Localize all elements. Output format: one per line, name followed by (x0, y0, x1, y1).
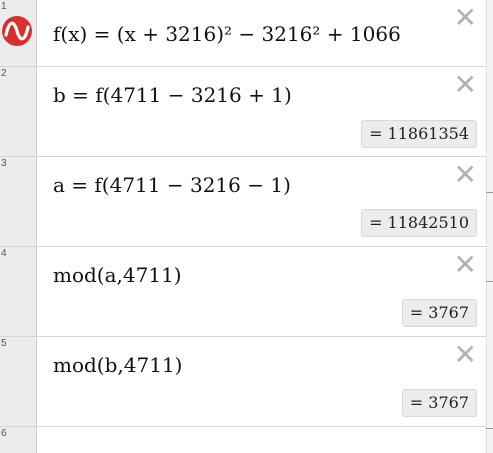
delete-expression-icon[interactable]: ✕ (454, 4, 477, 32)
row-number: 1 (1, 1, 7, 12)
delete-expression-icon[interactable]: ✕ (454, 341, 477, 369)
evaluation-result: = 3767 (401, 299, 477, 327)
expression-row-1[interactable]: 1 f(x) = (x + 3216)² − 3216² + 1066 ✕ (0, 0, 486, 67)
expression-text[interactable]: a = f(4711 − 3216 − 1) (53, 173, 291, 197)
scroll-tick (486, 428, 493, 429)
expression-text[interactable]: b = f(4711 − 3216 + 1) (53, 83, 292, 107)
evaluation-result: = 3767 (401, 389, 477, 417)
desmos-logo-icon (2, 16, 32, 46)
expression-text[interactable]: f(x) = (x + 3216)² − 3216² + 1066 (53, 22, 401, 46)
scrollbar[interactable] (486, 0, 493, 453)
scroll-tick (486, 192, 493, 193)
evaluation-result: = 11861354 (361, 120, 477, 148)
scroll-tick (486, 281, 493, 282)
delete-expression-icon[interactable]: ✕ (454, 251, 477, 279)
expression-row-2[interactable]: 2 b = f(4711 − 3216 + 1) ✕ = 11861354 (0, 67, 486, 157)
row-number: 2 (1, 68, 7, 79)
expression-row-4[interactable]: 4 mod(a,4711) ✕ = 3767 (0, 247, 486, 337)
expression-row-5[interactable]: 5 mod(b,4711) ✕ = 3767 (0, 337, 486, 427)
expression-row-6[interactable]: 6 (0, 427, 486, 453)
expression-text[interactable]: mod(a,4711) (53, 263, 182, 287)
row-number: 4 (1, 248, 7, 259)
evaluation-result: = 11842510 (361, 209, 477, 237)
delete-expression-icon[interactable]: ✕ (454, 161, 477, 189)
delete-expression-icon[interactable]: ✕ (454, 71, 477, 99)
row-number: 3 (1, 158, 7, 169)
row-number: 5 (1, 338, 7, 349)
expression-row-3[interactable]: 3 a = f(4711 − 3216 − 1) ✕ = 11842510 (0, 157, 486, 247)
row-number: 6 (1, 428, 7, 439)
expression-text[interactable]: mod(b,4711) (53, 353, 182, 377)
